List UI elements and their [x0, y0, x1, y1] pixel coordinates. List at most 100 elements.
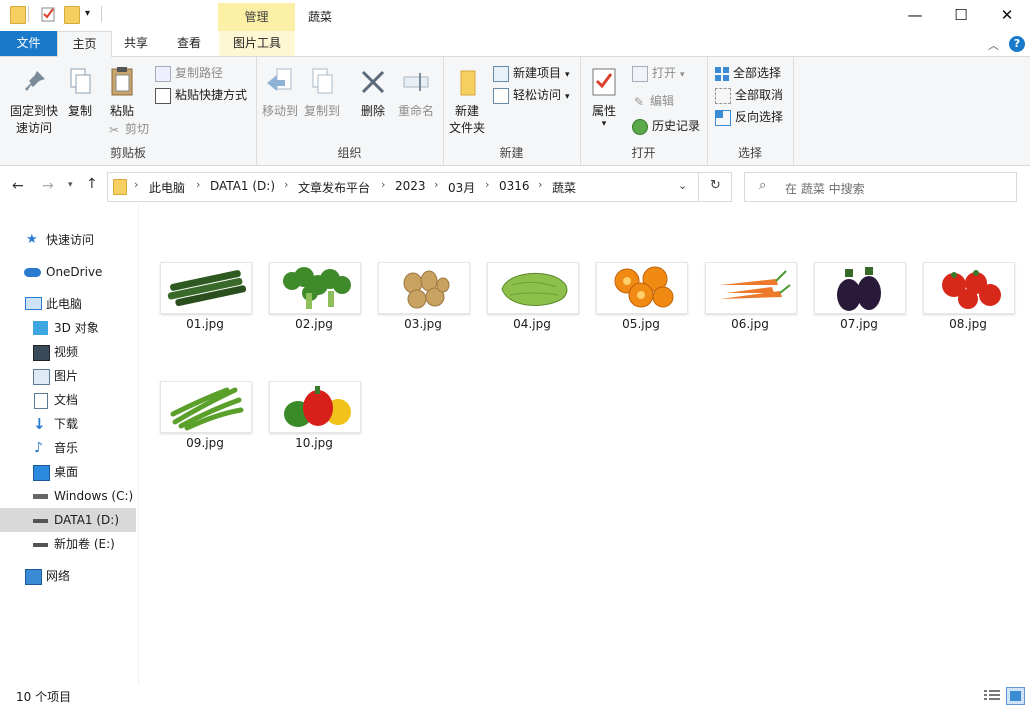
nav-documents[interactable]: 文档 [0, 388, 136, 412]
select-all-button[interactable]: 全部选择 [715, 63, 781, 83]
tab-file[interactable]: 文件 [0, 31, 57, 56]
edit-button[interactable]: ✎ 编辑 [632, 91, 674, 111]
paste-label: 粘贴 [109, 104, 134, 118]
file-name[interactable]: 04.jpg [486, 317, 578, 331]
file-name[interactable]: 02.jpg [268, 317, 360, 331]
address-bar[interactable]: › 此电脑 › DATA1 (D:) › 文章发布平台 › 2023 › 03月… [107, 172, 732, 202]
refresh-icon[interactable]: ↻ [710, 178, 721, 193]
large-icons-view-icon[interactable] [1006, 687, 1025, 705]
address-dropdown-icon[interactable]: ⌄ [678, 179, 687, 192]
help-icon[interactable]: ? [1009, 36, 1025, 52]
edit-label: 编辑 [650, 94, 675, 108]
pumpkin-thumbnail-icon[interactable] [596, 262, 688, 314]
rename-icon [401, 67, 431, 97]
nav-music[interactable]: ♪ 音乐 [0, 436, 136, 460]
breadcrumb-current[interactable]: 蔬菜 [552, 179, 576, 196]
cut-button[interactable]: ✂ 剪切 [107, 119, 149, 139]
nav-3d-objects[interactable]: 3D 对象 [0, 316, 136, 340]
nav-network[interactable]: 网络 [0, 564, 136, 588]
delete-icon [358, 67, 388, 97]
tab-picture-tools[interactable]: 图片工具 [219, 31, 295, 56]
new-folder-quick-icon[interactable] [64, 6, 80, 24]
open-button[interactable]: 打开 ▾ [632, 63, 685, 83]
copy-icon [65, 67, 95, 97]
search-box[interactable]: ⌕ 在 蔬菜 中搜索 [744, 172, 1017, 202]
file-name[interactable]: 08.jpg [922, 317, 1014, 331]
nav-videos[interactable]: 视频 [0, 340, 136, 364]
nav-downloads[interactable]: ↓ 下载 [0, 412, 136, 436]
nav-drive-e[interactable]: 新加卷 (E:) [0, 532, 136, 556]
pin-label-1: 固定到快 [9, 104, 58, 118]
breadcrumb-year[interactable]: 2023 [395, 179, 426, 193]
nav-quick-access[interactable]: ★ 快速访问 [0, 228, 136, 252]
pin-quick-access-button[interactable]: 固定到快 速访问 [6, 67, 62, 137]
file-name[interactable]: 03.jpg [377, 317, 469, 331]
nav-this-pc[interactable]: 此电脑 [0, 292, 136, 316]
breadcrumb-drive[interactable]: DATA1 (D:) [210, 179, 275, 193]
tomato-thumbnail-icon[interactable] [923, 262, 1015, 314]
delete-button[interactable]: 删除 [354, 67, 392, 120]
bell-pepper-thumbnail-icon[interactable] [269, 381, 361, 433]
tab-share[interactable]: 共享 [112, 31, 160, 56]
collapse-ribbon-icon[interactable]: ︿ [988, 37, 999, 53]
tab-home[interactable]: 主页 [57, 31, 112, 57]
recent-locations-icon[interactable]: ▾ [68, 180, 73, 190]
organize-group-label: 组织 [337, 146, 362, 160]
details-view-icon[interactable] [984, 689, 1000, 702]
broccoli-thumbnail-icon[interactable] [269, 262, 361, 314]
nav-onedrive[interactable]: OneDrive [0, 260, 136, 284]
customize-quick-access-icon[interactable]: ▾ [85, 8, 90, 19]
document-icon [34, 393, 48, 409]
file-name[interactable]: 09.jpg [159, 436, 251, 450]
organize-group: 移动到 复制到 删除 重命名 组织 [256, 57, 444, 165]
paste-shortcut-label: 粘贴快捷方式 [175, 88, 248, 102]
carrot-thumbnail-icon[interactable] [705, 262, 797, 314]
file-name[interactable]: 01.jpg [159, 317, 251, 331]
rename-button[interactable]: 重命名 [394, 67, 438, 120]
breadcrumb-day[interactable]: 0316 [499, 179, 530, 193]
file-name[interactable]: 10.jpg [268, 436, 360, 450]
file-name[interactable]: 07.jpg [813, 317, 905, 331]
minimize-button[interactable]: — [892, 0, 938, 31]
new-item-button[interactable]: 新建项目 ▾ [493, 63, 570, 83]
cucumber-thumbnail-icon[interactable] [160, 262, 252, 314]
manage-tab[interactable]: 管理 [218, 3, 295, 31]
invert-selection-button[interactable]: 反向选择 [715, 107, 783, 127]
breadcrumb-month[interactable]: 03月 [448, 179, 475, 196]
nav-desktop[interactable]: 桌面 [0, 460, 136, 484]
nav-pictures[interactable]: 图片 [0, 364, 136, 388]
up-button[interactable]: ↑ [86, 176, 98, 192]
forward-button[interactable]: → [42, 178, 54, 194]
eggplant-thumbnail-icon[interactable] [814, 262, 906, 314]
history-button[interactable]: 历史记录 [632, 116, 700, 136]
easy-access-button[interactable]: 轻松访问 ▾ [493, 85, 570, 105]
chayote-thumbnail-icon[interactable] [487, 262, 579, 314]
tab-view[interactable]: 查看 [165, 31, 213, 56]
window-title: 蔬菜 [308, 10, 333, 24]
nav-label: 视频 [54, 345, 79, 359]
file-name[interactable]: 05.jpg [595, 317, 687, 331]
paste-button[interactable]: 粘贴 [103, 65, 141, 120]
properties-quick-icon[interactable] [41, 6, 55, 22]
nav-drive-c[interactable]: Windows (C:) [0, 484, 136, 508]
new-folder-button[interactable]: 新建 文件夹 [447, 67, 487, 137]
copy-path-button[interactable]: 复制路径 [155, 63, 223, 83]
clipboard-group-label: 剪贴板 [109, 146, 146, 160]
breadcrumb-this-pc[interactable]: 此电脑 [149, 179, 185, 196]
maximize-button[interactable]: ☐ [938, 0, 984, 31]
potato-thumbnail-icon[interactable] [378, 262, 470, 314]
select-none-button[interactable]: 全部取消 [715, 85, 783, 105]
copy-button[interactable]: 复制 [62, 67, 98, 120]
nav-drive-d[interactable]: DATA1 (D:) [0, 508, 136, 532]
close-button[interactable]: ✕ [984, 0, 1030, 31]
paste-shortcut-button[interactable]: 粘贴快捷方式 [155, 85, 247, 105]
invert-selection-icon [715, 109, 731, 126]
move-to-button[interactable]: 移动到 [260, 67, 300, 120]
copy-to-button[interactable]: 复制到 [302, 67, 342, 120]
properties-button[interactable]: 属性 ▾ [586, 67, 622, 129]
select-none-icon [715, 87, 731, 104]
breadcrumb-platform[interactable]: 文章发布平台 [298, 179, 370, 196]
back-button[interactable]: ← [12, 178, 24, 194]
file-name[interactable]: 06.jpg [704, 317, 796, 331]
green-bean-thumbnail-icon[interactable] [160, 381, 252, 433]
